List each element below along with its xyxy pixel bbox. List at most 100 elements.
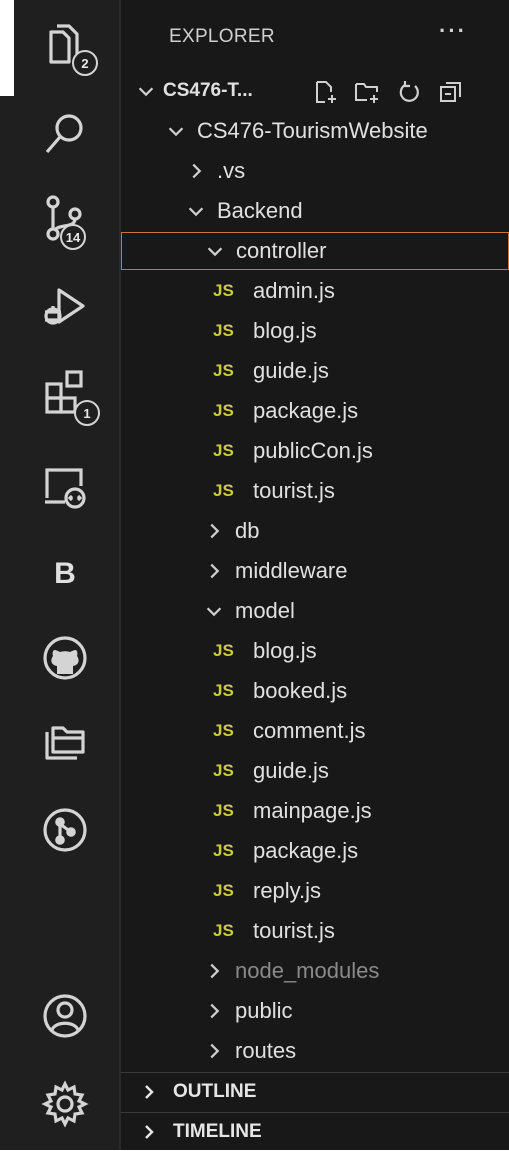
js-file-icon: JS <box>213 281 234 300</box>
git-graph-activity-button[interactable] <box>20 800 110 864</box>
explorer-title: EXPLORER <box>169 26 275 47</box>
github-activity-button[interactable] <box>20 628 110 692</box>
folder-row[interactable]: db <box>121 512 509 550</box>
new-folder-icon <box>355 83 378 103</box>
chevron-right-icon <box>210 1043 220 1059</box>
chevron-right-icon <box>145 1085 154 1099</box>
folder-label: routes <box>235 1038 297 1063</box>
file-row[interactable]: JS tourist.js <box>121 912 509 950</box>
js-file-icon: JS <box>213 681 234 700</box>
folder-label: public <box>235 998 293 1023</box>
file-label: mainpage.js <box>253 798 372 823</box>
folder-label: model <box>235 598 295 623</box>
js-file-icon: JS <box>213 321 234 340</box>
chevron-right-icon <box>192 163 202 179</box>
refresh-explorer-button[interactable] <box>395 78 423 111</box>
file-row[interactable]: JS guide.js <box>121 752 509 790</box>
file-row[interactable]: JS comment.js <box>121 712 509 750</box>
search-activity-button[interactable] <box>20 104 110 168</box>
timeline-section-header[interactable]: TIMELINE <box>121 1112 509 1151</box>
folder-label: Backend <box>217 198 303 223</box>
remote-explorer-icon <box>37 458 93 519</box>
js-file-icon: JS <box>213 761 234 780</box>
github-icon <box>37 630 93 691</box>
folder-row[interactable]: model <box>121 592 509 630</box>
extensions-badge: 1 <box>74 400 100 426</box>
new-folder-button[interactable] <box>353 78 381 111</box>
git-graph-icon <box>37 802 93 863</box>
explorer-toolbar <box>311 78 465 111</box>
js-file-icon: JS <box>213 641 234 660</box>
chevron-right-icon <box>210 563 220 579</box>
search-icon <box>37 106 93 167</box>
more-actions-button[interactable]: ··· <box>439 18 467 44</box>
js-file-icon: JS <box>213 361 234 380</box>
chevron-right-icon <box>210 963 220 979</box>
file-label: reply.js <box>253 878 322 903</box>
file-row[interactable]: JS package.js <box>121 832 509 870</box>
file-row[interactable]: JS publicCon.js <box>121 432 509 470</box>
folder-label: node_modules <box>235 958 380 983</box>
folder-row[interactable]: middleware <box>121 552 509 590</box>
chevron-down-icon <box>207 247 223 257</box>
root-folder-row[interactable]: CS476-TourismWebsite <box>121 112 509 150</box>
file-row[interactable]: JS reply.js <box>121 872 509 910</box>
chevron-down-icon <box>138 87 154 97</box>
collapse-folders-button[interactable] <box>437 78 465 111</box>
file-label: booked.js <box>253 678 348 703</box>
chevron-right-icon <box>145 1125 154 1139</box>
accounts-activity-button[interactable] <box>20 986 110 1050</box>
outline-section-header[interactable]: OUTLINE <box>121 1072 509 1111</box>
file-row[interactable]: JS tourist.js <box>121 472 509 510</box>
refresh-icon <box>399 81 419 102</box>
new-file-icon <box>316 81 336 103</box>
file-row[interactable]: JS blog.js <box>121 632 509 670</box>
source-control-activity-button[interactable]: 14 <box>20 188 110 252</box>
file-row[interactable]: JS guide.js <box>121 352 509 390</box>
file-row[interactable]: JS admin.js <box>121 272 509 310</box>
file-row[interactable]: JS blog.js <box>121 312 509 350</box>
folder-row[interactable]: routes <box>121 1032 509 1070</box>
file-row[interactable]: JS package.js <box>121 392 509 430</box>
folder-row[interactable]: node_modules <box>121 952 509 990</box>
js-file-icon: JS <box>213 481 234 500</box>
chevron-right-icon <box>210 523 220 539</box>
run-debug-activity-button[interactable] <box>20 276 110 340</box>
corner-cutout <box>0 0 14 96</box>
file-label: publicCon.js <box>253 438 373 463</box>
bootstrap-activity-button[interactable]: B <box>20 542 110 606</box>
js-file-icon: JS <box>213 841 234 860</box>
collapse-all-icon <box>440 82 461 102</box>
folder-row[interactable]: public <box>121 992 509 1030</box>
manage-activity-button[interactable] <box>20 1074 110 1138</box>
js-file-icon: JS <box>213 401 234 420</box>
file-label: guide.js <box>253 758 329 783</box>
file-label: tourist.js <box>253 478 335 503</box>
js-file-icon: JS <box>213 801 234 820</box>
bootstrap-b-icon: B <box>54 557 76 590</box>
file-label: package.js <box>253 838 359 863</box>
account-icon <box>37 988 93 1049</box>
file-row[interactable]: JS booked.js <box>121 672 509 710</box>
folder-label: .vs <box>217 158 246 183</box>
folder-label: db <box>235 518 260 543</box>
explorer-activity-button[interactable]: 2 <box>20 16 110 80</box>
new-file-button[interactable] <box>311 78 339 111</box>
file-label: comment.js <box>253 718 366 743</box>
file-label: blog.js <box>253 638 317 663</box>
js-file-icon: JS <box>213 921 234 940</box>
root-folder-label: CS476-TourismWebsite <box>197 118 428 143</box>
source-control-badge: 14 <box>60 224 86 250</box>
folder-row[interactable]: Backend <box>121 192 509 230</box>
extensions-activity-button[interactable]: 1 <box>20 362 110 426</box>
file-row[interactable]: JS mainpage.js <box>121 792 509 830</box>
gear-icon <box>37 1076 93 1137</box>
js-file-icon: JS <box>213 881 234 900</box>
project-manager-activity-button[interactable] <box>20 712 110 776</box>
run-debug-icon <box>37 278 93 339</box>
folder-row[interactable]: .vs <box>121 152 509 190</box>
remote-explorer-activity-button[interactable] <box>20 456 110 520</box>
file-label: tourist.js <box>253 918 335 943</box>
folder-row[interactable]: controller <box>121 232 509 270</box>
chevron-down-icon <box>188 207 204 217</box>
